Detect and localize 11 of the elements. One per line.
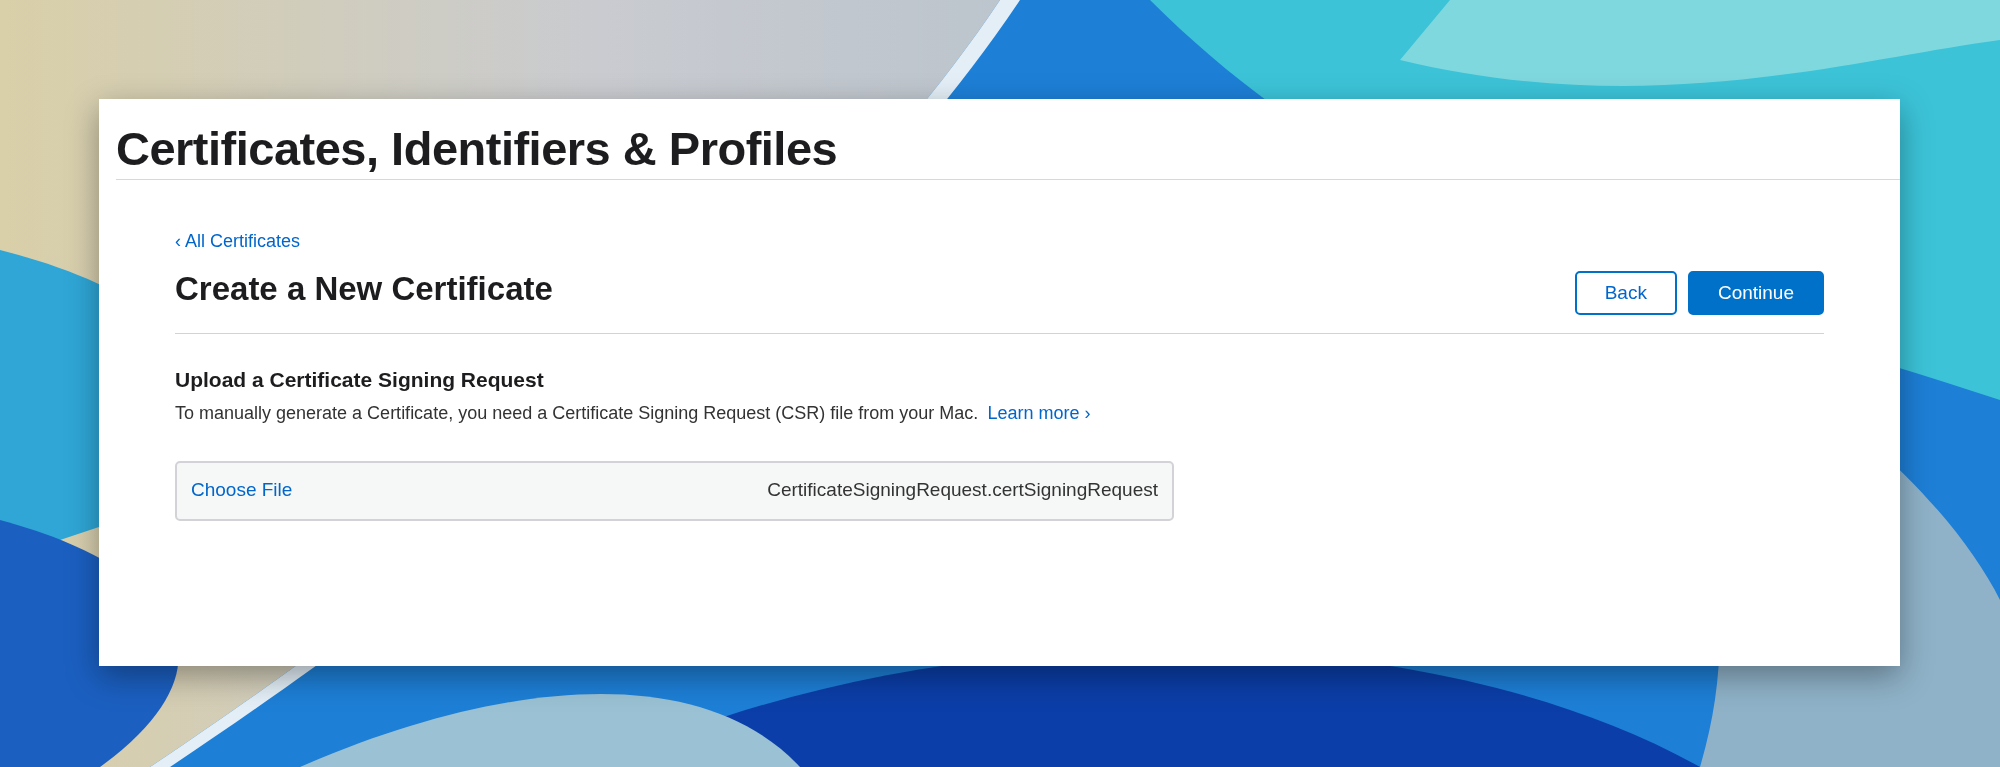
page-title: Create a New Certificate <box>175 269 553 309</box>
back-button[interactable]: Back <box>1574 271 1677 315</box>
continue-button[interactable]: Continue <box>1687 271 1824 315</box>
section-heading: Upload a Certificate Signing Request <box>175 367 545 393</box>
file-input[interactable]: Choose File CertificateSigningRequest.certSigningRequest <box>175 460 1174 521</box>
page-header-title: Certificates, Identifiers & Profiles <box>116 123 839 175</box>
section-description: To manually generate a Certificate, you need a Certificate Signing Request (CSR) file from your Mac. Learn more › <box>175 401 1092 425</box>
choose-file-button[interactable]: Choose File <box>191 476 293 505</box>
learn-more-link[interactable]: Learn more › <box>987 402 1091 423</box>
file-name: CertificateSigningRequest.certSigningRequest <box>767 478 1158 503</box>
back-link[interactable]: ‹ All Certificates <box>175 228 301 255</box>
